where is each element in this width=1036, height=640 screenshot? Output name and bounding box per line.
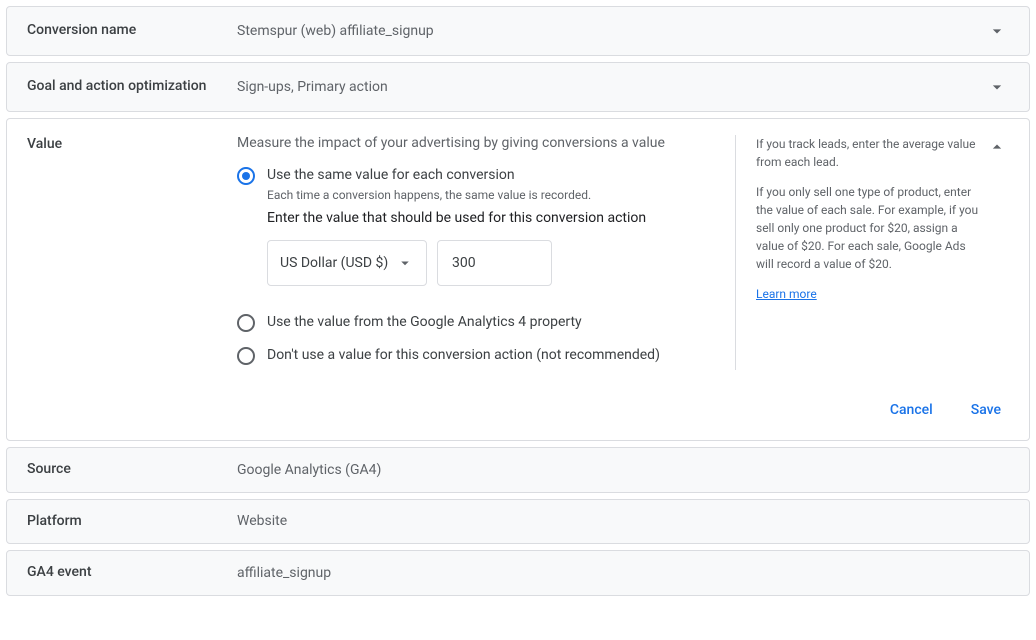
goal-action-panel[interactable]: Goal and action optimization Sign-ups, P…	[6, 62, 1030, 112]
learn-more-link[interactable]: Learn more	[756, 287, 817, 301]
option-same-value-sub: Each time a conversion happens, the same…	[267, 188, 715, 202]
dropdown-arrow-icon	[396, 254, 414, 272]
enter-value-instruction: Enter the value that should be used for …	[267, 210, 715, 226]
conversion-name-value: Stemspur (web) affiliate_signup	[237, 23, 985, 39]
help-paragraph-2: If you only sell one type of product, en…	[756, 183, 985, 273]
option-ga4-value-label: Use the value from the Google Analytics …	[267, 312, 715, 333]
platform-header[interactable]: Platform Website	[7, 500, 1029, 544]
value-panel-header: Value Measure the impact of your adverti…	[7, 119, 1029, 382]
ga4-event-panel[interactable]: GA4 event affiliate_signup	[6, 550, 1030, 596]
ga4-event-header[interactable]: GA4 event affiliate_signup	[7, 551, 1029, 595]
value-panel-content: Measure the impact of your advertising b…	[237, 135, 735, 370]
option-ga4-value[interactable]: Use the value from the Google Analytics …	[237, 312, 715, 333]
help-paragraph-1: If you track leads, enter the average va…	[756, 135, 985, 171]
goal-action-value: Sign-ups, Primary action	[237, 79, 985, 95]
goal-action-label: Goal and action optimization	[27, 77, 237, 97]
value-panel: Value Measure the impact of your adverti…	[6, 118, 1030, 441]
platform-panel[interactable]: Platform Website	[6, 499, 1030, 545]
chevron-up-icon[interactable]	[985, 135, 1009, 159]
goal-action-header[interactable]: Goal and action optimization Sign-ups, P…	[7, 63, 1029, 111]
value-help-sidebar: If you track leads, enter the average va…	[735, 135, 985, 370]
conversion-name-label: Conversion name	[27, 21, 237, 41]
chevron-down-icon	[985, 75, 1009, 99]
currency-select[interactable]: US Dollar (USD $)	[267, 240, 427, 286]
ga4-event-value: affiliate_signup	[237, 565, 1009, 581]
option-no-value-label: Don't use a value for this conversion ac…	[267, 345, 715, 366]
platform-label: Platform	[27, 512, 237, 532]
chevron-down-icon	[985, 19, 1009, 43]
source-value: Google Analytics (GA4)	[237, 462, 1009, 478]
option-same-value[interactable]: Use the same value for each conversion E…	[237, 165, 715, 308]
source-panel[interactable]: Source Google Analytics (GA4)	[6, 447, 1030, 493]
value-panel-actions: Cancel Save	[7, 382, 1029, 440]
source-header[interactable]: Source Google Analytics (GA4)	[7, 448, 1029, 492]
radio-ga4-value[interactable]	[237, 314, 255, 332]
radio-selected-dot-icon	[242, 172, 250, 180]
option-no-value[interactable]: Don't use a value for this conversion ac…	[237, 345, 715, 366]
currency-select-value: US Dollar (USD $)	[280, 255, 388, 271]
cancel-button[interactable]: Cancel	[886, 396, 937, 424]
conversion-name-panel[interactable]: Conversion name Stemspur (web) affiliate…	[6, 6, 1030, 56]
radio-no-value[interactable]	[237, 347, 255, 365]
ga4-event-label: GA4 event	[27, 563, 237, 583]
conversion-value-input[interactable]	[437, 240, 552, 286]
value-panel-headline: Measure the impact of your advertising b…	[237, 135, 715, 151]
save-button[interactable]: Save	[967, 396, 1005, 424]
radio-same-value[interactable]	[237, 167, 255, 185]
option-same-value-label: Use the same value for each conversion	[267, 165, 715, 186]
platform-value: Website	[237, 513, 1009, 529]
source-label: Source	[27, 460, 237, 480]
value-panel-label: Value	[27, 135, 237, 155]
conversion-name-header[interactable]: Conversion name Stemspur (web) affiliate…	[7, 7, 1029, 55]
